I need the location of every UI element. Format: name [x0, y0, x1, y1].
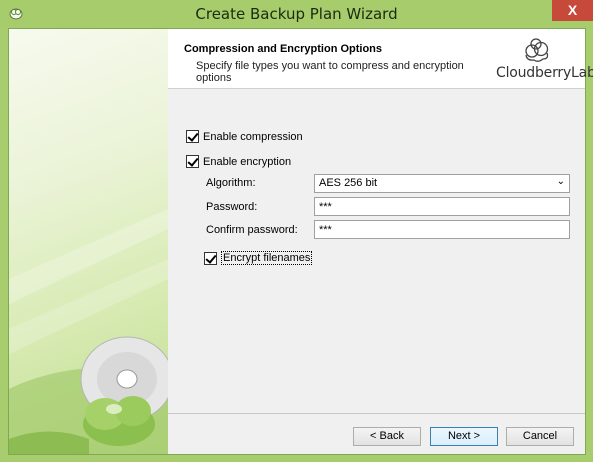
wizard-header: Compression and Encryption Options Speci…: [168, 29, 593, 89]
password-field[interactable]: [314, 197, 570, 216]
back-button[interactable]: < Back: [353, 427, 421, 446]
page-title: Compression and Encryption Options: [184, 43, 383, 55]
sidebar-artwork: [9, 29, 168, 454]
cloudberry-logo-icon: [525, 38, 549, 62]
password-label: Password:: [206, 201, 258, 213]
encrypt-filenames-checkbox[interactable]: Encrypt filenames: [204, 251, 313, 265]
algorithm-value: AES 256 bit: [319, 177, 378, 189]
page-subtitle: Specify file types you want to compress …: [196, 60, 464, 84]
chevron-down-icon[interactable]: ⌄: [557, 176, 565, 187]
encrypt-filenames-label: Encrypt filenames: [221, 251, 313, 265]
wizard-window: Create Backup Plan Wizard X Compression …: [0, 0, 593, 462]
compression-check-box[interactable]: [186, 130, 199, 143]
cloudberry-logo: CloudberryLab: [496, 37, 593, 85]
confirm-password-label: Confirm password:: [206, 224, 298, 236]
logo-text: CloudberryLab: [496, 65, 593, 81]
compression-label: Enable compression: [203, 130, 303, 143]
confirm-password-field[interactable]: [314, 220, 570, 239]
window-title: Create Backup Plan Wizard: [195, 5, 398, 23]
options-panel: Enable compression Enable encryption Alg…: [168, 90, 585, 414]
close-button[interactable]: X: [552, 0, 593, 21]
title-bar[interactable]: Create Backup Plan Wizard X: [0, 0, 593, 28]
footer-divider: [168, 413, 585, 414]
wizard-client-area: Compression and Encryption Options Speci…: [8, 28, 593, 455]
encrypt-filenames-check-box[interactable]: [204, 251, 217, 265]
encryption-label: Enable encryption: [203, 155, 292, 168]
disc-artwork-icon: [9, 209, 168, 454]
algorithm-label: Algorithm:: [206, 177, 256, 189]
next-button[interactable]: Next >: [430, 427, 498, 446]
enable-compression-checkbox[interactable]: Enable compression: [186, 130, 303, 143]
encryption-check-box[interactable]: [186, 155, 199, 168]
algorithm-select[interactable]: AES 256 bit ⌄: [314, 174, 570, 193]
cancel-button[interactable]: Cancel: [506, 427, 574, 446]
enable-encryption-checkbox[interactable]: Enable encryption: [186, 155, 291, 168]
